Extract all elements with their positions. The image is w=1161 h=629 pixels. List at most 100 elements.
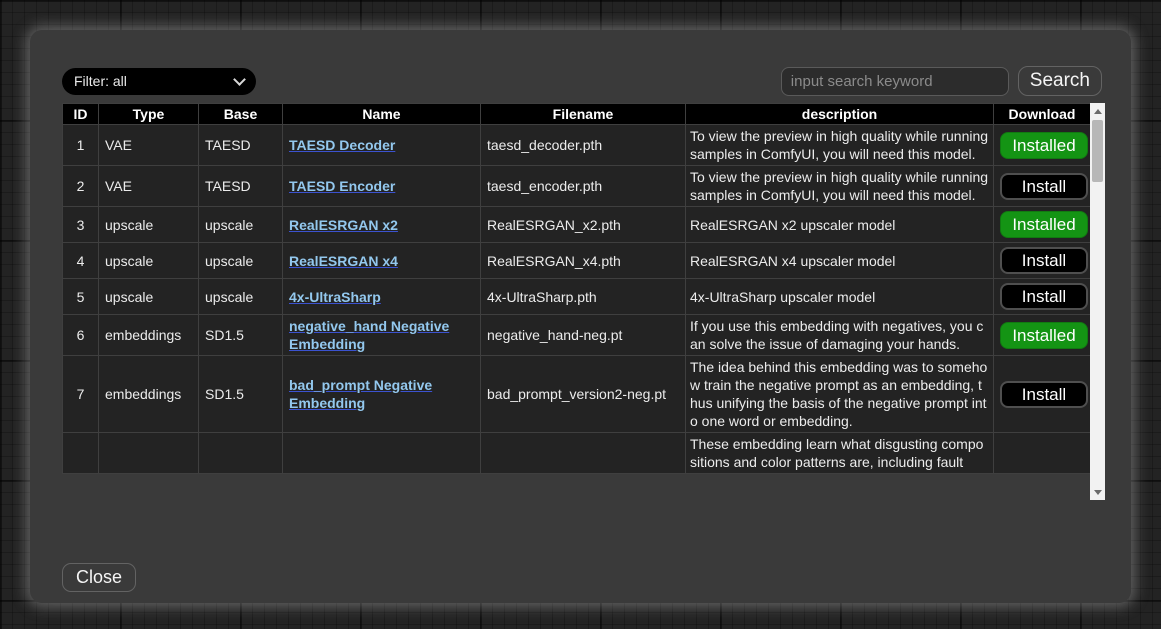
- cell-base: [199, 433, 283, 474]
- search-group: Search: [781, 66, 1102, 96]
- cell-type: VAE: [99, 166, 199, 207]
- table-row: 3upscaleupscaleRealESRGAN x2RealESRGAN_x…: [63, 207, 1091, 243]
- model-name-link[interactable]: bad_prompt Negative Embedding: [289, 377, 432, 411]
- table-header-row: IDTypeBaseNameFilenamedescriptionDownloa…: [63, 104, 1091, 125]
- model-table-scroll-region: IDTypeBaseNameFilenamedescriptionDownloa…: [62, 103, 1090, 500]
- toolbar: Filter: all Search: [62, 66, 1102, 96]
- column-header: Name: [283, 104, 481, 125]
- cell-filename: bad_prompt_version2-neg.pt: [481, 356, 686, 433]
- cell-base: upscale: [199, 279, 283, 315]
- cell-base: SD1.5: [199, 356, 283, 433]
- filter-select-label: Filter: all: [74, 73, 127, 89]
- search-input[interactable]: [781, 67, 1009, 96]
- cell-type: embeddings: [99, 356, 199, 433]
- cell-id: 7: [63, 356, 99, 433]
- cell-name: bad_prompt Negative Embedding: [283, 356, 481, 433]
- scroll-up-arrow-icon[interactable]: [1090, 104, 1105, 118]
- cell-id: 1: [63, 125, 99, 166]
- cell-download: Installed: [994, 207, 1091, 243]
- filter-select[interactable]: Filter: all: [62, 68, 256, 95]
- cell-id: 4: [63, 243, 99, 279]
- cell-filename: RealESRGAN_x4.pth: [481, 243, 686, 279]
- cell-base: TAESD: [199, 166, 283, 207]
- cell-type: upscale: [99, 279, 199, 315]
- model-name-link-label: RealESRGAN x2: [289, 217, 398, 233]
- install-button[interactable]: Install: [1000, 173, 1088, 200]
- installed-button[interactable]: Installed: [1000, 132, 1088, 159]
- table-row: These embedding learn what disgusting co…: [63, 433, 1091, 474]
- column-header: Base: [199, 104, 283, 125]
- install-button[interactable]: Install: [1000, 247, 1088, 274]
- installed-button[interactable]: Installed: [1000, 211, 1088, 238]
- scroll-down-arrow-icon[interactable]: [1090, 485, 1105, 499]
- cell-download: Install: [994, 356, 1091, 433]
- cell-id: 3: [63, 207, 99, 243]
- table-row: 2VAETAESD TAESD Encoder taesd_encoder.pthT…: [63, 166, 1091, 207]
- table-header-row: IDTypeBaseNameFilenamedescriptionDownloa…: [63, 104, 1091, 125]
- model-name-link-label: TAESD Decoder: [289, 137, 395, 153]
- model-name-link[interactable]: TAESD Decoder: [289, 137, 395, 153]
- model-name-link[interactable]: RealESRGAN x4: [289, 253, 398, 269]
- cell-description: RealESRGAN x4 upscaler model: [686, 243, 994, 279]
- model-name-link-label: 4x-UltraSharp: [289, 289, 381, 305]
- table-row: 5upscaleupscale4x-UltraSharp4x-UltraShar…: [63, 279, 1091, 315]
- cell-id: 2: [63, 166, 99, 207]
- cell-description: To view the preview in high quality whil…: [686, 125, 994, 166]
- search-button[interactable]: Search: [1018, 66, 1102, 96]
- model-table-area: IDTypeBaseNameFilenamedescriptionDownloa…: [62, 103, 1105, 500]
- cell-type: upscale: [99, 207, 199, 243]
- cell-base: SD1.5: [199, 315, 283, 356]
- cell-id: 5: [63, 279, 99, 315]
- cell-type: embeddings: [99, 315, 199, 356]
- cell-description: 4x-UltraSharp upscaler model: [686, 279, 994, 315]
- table-row: 4upscaleupscaleRealESRGAN x4RealESRGAN_x…: [63, 243, 1091, 279]
- cell-download: Install: [994, 243, 1091, 279]
- table-row: 7embeddingsSD1.5bad_prompt Negative Embe…: [63, 356, 1091, 433]
- cell-base: upscale: [199, 243, 283, 279]
- model-name-link-label: RealESRGAN x4: [289, 253, 398, 269]
- cell-base: upscale: [199, 207, 283, 243]
- scrollbar-thumb[interactable]: [1092, 120, 1103, 182]
- column-header: ID: [63, 104, 99, 125]
- cell-download: Install: [994, 166, 1091, 207]
- model-name-link[interactable]: 4x-UltraSharp: [289, 289, 381, 305]
- table-body: 1VAETAESDTAESD Decodertaesd_decoder.pthT…: [63, 125, 1091, 474]
- chevron-down-icon: [233, 73, 246, 86]
- cell-name: RealESRGAN x2: [283, 207, 481, 243]
- column-header: Type: [99, 104, 199, 125]
- close-button[interactable]: Close: [62, 563, 136, 592]
- cell-type: [99, 433, 199, 474]
- cell-filename: taesd_decoder.pth: [481, 125, 686, 166]
- cell-name: [283, 433, 481, 474]
- cell-name: 4x-UltraSharp: [283, 279, 481, 315]
- cell-filename: [481, 433, 686, 474]
- model-name-link-label: negative_hand Negative Embedding: [289, 318, 449, 352]
- install-button[interactable]: Install: [1000, 381, 1088, 408]
- cell-filename: RealESRGAN_x2.pth: [481, 207, 686, 243]
- column-header: Filename: [481, 104, 686, 125]
- cell-base: TAESD: [199, 125, 283, 166]
- cell-download: Installed: [994, 315, 1091, 356]
- model-manager-dialog: Filter: all Search IDTypeBaseNameFilenam…: [30, 30, 1131, 603]
- cell-download: Installed: [994, 125, 1091, 166]
- table-row: 1VAETAESDTAESD Decodertaesd_decoder.pthT…: [63, 125, 1091, 166]
- model-name-link-label: bad_prompt Negative Embedding: [289, 377, 432, 411]
- model-table: IDTypeBaseNameFilenamedescriptionDownloa…: [62, 103, 1090, 474]
- cell-type: upscale: [99, 243, 199, 279]
- cell-id: [63, 433, 99, 474]
- column-header: Download: [994, 104, 1091, 125]
- cell-description: RealESRGAN x2 upscaler model: [686, 207, 994, 243]
- cell-filename: taesd_encoder.pth: [481, 166, 686, 207]
- model-name-link[interactable]: TAESD Encoder: [289, 178, 395, 194]
- model-name-link[interactable]: RealESRGAN x2: [289, 217, 398, 233]
- installed-button[interactable]: Installed: [1000, 322, 1088, 349]
- model-name-link[interactable]: negative_hand Negative Embedding: [289, 318, 449, 352]
- table-row: 6embeddingsSD1.5negative_hand Negative E…: [63, 315, 1091, 356]
- cell-description: To view the preview in high quality whil…: [686, 166, 994, 207]
- install-button[interactable]: Install: [1000, 283, 1088, 310]
- cell-id: 6: [63, 315, 99, 356]
- scrollbar[interactable]: [1090, 103, 1105, 500]
- cell-name: negative_hand Negative Embedding: [283, 315, 481, 356]
- cell-download: [994, 433, 1091, 474]
- cell-description: These embedding learn what disgusting co…: [686, 433, 994, 474]
